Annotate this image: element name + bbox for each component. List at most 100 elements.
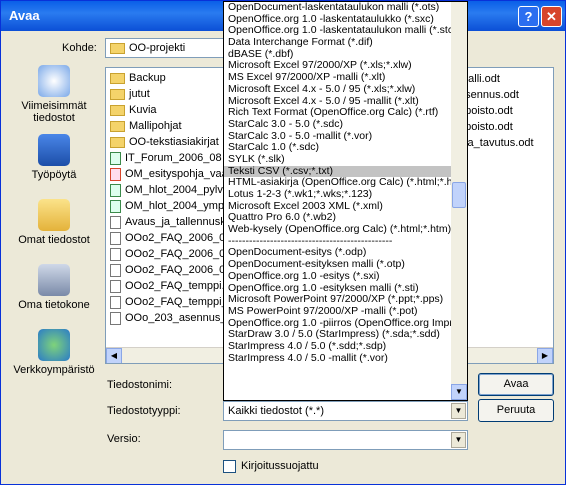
list-item[interactable]: OOo2_FAQ_temppi.o [110, 278, 228, 294]
version-label: Versio: [107, 433, 141, 445]
place-label: Verkkoympäristö [13, 364, 95, 376]
window-title: Avaa [9, 8, 40, 23]
spreadsheet-file-icon [110, 199, 121, 213]
list-item[interactable]: OM_hlot_2004_ympy [110, 198, 228, 214]
file-name: IT_Forum_2006_08 [125, 152, 222, 164]
lookin-combo[interactable]: OO-projekti [105, 38, 225, 58]
place-computer[interactable]: Oma tietokone [9, 264, 99, 311]
scroll-left-icon[interactable]: ◀ [106, 348, 122, 363]
dropdown-option[interactable]: MS PowerPoint 97/2000/XP -malli (*.pot) [224, 305, 467, 318]
place-label: Työpöytä [31, 169, 77, 181]
filetype-value: Kaikki tiedostot (*.*) [228, 405, 324, 417]
dropdown-options: OpenDocument-laskentataulukon malli (*.o… [224, 2, 467, 364]
list-item[interactable]: OOo2_FAQ_2006_05 [110, 246, 228, 262]
file-name: Kuvia [129, 104, 157, 116]
scroll-down-icon[interactable]: ▼ [451, 384, 467, 400]
file-name: OM_hlot_2004_pylva [125, 184, 228, 196]
chevron-down-icon[interactable]: ▼ [451, 432, 466, 448]
file-name: OM_esityspohja_vaa [125, 168, 228, 180]
folder-icon [110, 136, 125, 148]
open-button[interactable]: Avaa [478, 373, 554, 396]
file-name: Mallipohjat [129, 120, 182, 132]
list-item[interactable]: OOo_203_asennus_o [110, 310, 228, 326]
dropdown-option[interactable]: OpenOffice.org 1.0 -esitys (*.sxi) [224, 270, 467, 283]
scroll-right-icon[interactable]: ▶ [537, 348, 553, 363]
list-item[interactable]: Backup [110, 70, 228, 86]
network-icon [38, 329, 70, 361]
dropdown-option[interactable]: Lotus 1-2-3 (*.wk1;*.wks;*.123) [224, 188, 467, 201]
file-name: Avaus_ja_tallennusk [125, 216, 226, 228]
file-name: OOo2_FAQ_temppi_ [125, 296, 228, 308]
list-item[interactable]: malli.odt [459, 71, 553, 87]
help-button[interactable]: ? [518, 6, 539, 27]
scrollbar-thumb[interactable] [452, 182, 466, 208]
place-label: Oma tietokone [18, 299, 90, 311]
readonly-checkbox[interactable] [223, 460, 236, 473]
document-file-icon [110, 263, 121, 277]
list-item[interactable]: Avaus_ja_tallennusk [110, 214, 228, 230]
lookin-value: OO-projekti [129, 42, 186, 54]
file-name: OOo2_FAQ_temppi.o [125, 280, 228, 292]
spreadsheet-file-icon [110, 151, 121, 165]
document-file-icon [110, 295, 121, 309]
dropdown-option[interactable]: SYLK (*.slk) [224, 153, 467, 166]
list-item[interactable]: Mallipohjat [110, 118, 228, 134]
list-item[interactable]: OM_hlot_2004_pylva [110, 182, 228, 198]
html-file-icon [110, 167, 121, 181]
filetype-combo[interactable]: Kaikki tiedostot (*.*) ▼ [223, 401, 468, 421]
version-combo[interactable]: ▼ [223, 430, 468, 450]
place-label: Omat tiedostot [18, 234, 90, 246]
list-item[interactable]: Kuvia [110, 102, 228, 118]
document-file-icon [110, 215, 121, 229]
folder-icon [110, 88, 125, 100]
file-name: _ja_tavutus.odt [459, 137, 534, 149]
list-item[interactable]: OOo2_FAQ_2006_05 [110, 230, 228, 246]
close-button[interactable]: ✕ [541, 6, 562, 27]
list-item[interactable]: IT_Forum_2006_08 [110, 150, 228, 166]
dropdown-option[interactable]: StarImpress 4.0 / 5.0 -mallit (*.vor) [224, 352, 467, 365]
file-name: OOo2_FAQ_2006_05 [125, 248, 228, 260]
filename-label: Tiedostonimi: [107, 379, 173, 391]
chevron-down-icon[interactable]: ▼ [451, 403, 466, 419]
my-computer-icon [38, 264, 70, 296]
my-documents-icon [38, 199, 70, 231]
list-item[interactable]: OOo2_FAQ_temppi_ [110, 294, 228, 310]
file-name: OM_hlot_2004_ympy [125, 200, 228, 212]
list-item[interactable]: OM_esityspohja_vaa [110, 166, 228, 182]
recent-icon [38, 65, 70, 97]
folder-icon [110, 42, 125, 54]
file-name: OOo2_FAQ_2006_05 [125, 232, 228, 244]
readonly-label: Kirjoitussuojattu [241, 460, 319, 472]
document-file-icon [110, 311, 121, 325]
dropdown-option[interactable]: Microsoft Excel 4.x - 5.0 / 95 (*.xls;*.… [224, 83, 467, 96]
file-column-2: malli.odt asennus.odt _poisto.odt _poisto.o… [459, 71, 553, 151]
list-item[interactable]: _poisto.odt [459, 103, 553, 119]
place-network[interactable]: Verkkoympäristö [9, 329, 99, 376]
dropdown-option[interactable]: Data Interchange Format (*.dif) [224, 36, 467, 49]
dropdown-scrollbar[interactable]: ▼ [451, 2, 467, 400]
open-dialog: Avaa ? ✕ Kohde: OO-projekti Viimeisimmät… [0, 0, 566, 485]
filetype-label: Tiedostotyyppi: [107, 405, 181, 417]
document-file-icon [110, 231, 121, 245]
list-item[interactable]: OO-tekstiasiakirjat [110, 134, 228, 150]
document-file-icon [110, 279, 121, 293]
folder-icon [110, 104, 125, 116]
list-item[interactable]: jutut [110, 86, 228, 102]
file-name: jutut [129, 88, 150, 100]
list-item[interactable]: asennus.odt [459, 87, 553, 103]
dropdown-option[interactable]: Web-kysely (OpenOffice.org Calc) (*.html… [224, 223, 467, 236]
dropdown-option[interactable]: StarImpress 4.0 / 5.0 (*.sdd;*.sdp) [224, 340, 467, 353]
lookin-label: Kohde: [62, 42, 97, 54]
place-desktop[interactable]: Työpöytä [9, 134, 99, 181]
cancel-button[interactable]: Peruuta [478, 399, 554, 422]
list-item[interactable]: OOo2_FAQ_2006_05 [110, 262, 228, 278]
desktop-icon [38, 134, 70, 166]
list-item[interactable]: _ja_tavutus.odt [459, 135, 553, 151]
place-label: Viimeisimmät tiedostot [21, 100, 87, 124]
dropdown-option[interactable]: OpenDocument-laskentataulukon malli (*.o… [224, 2, 467, 14]
place-recent[interactable]: Viimeisimmät tiedostot [9, 65, 99, 124]
dropdown-option[interactable]: StarCalc 3.0 - 5.0 (*.sdc) [224, 118, 467, 131]
list-item[interactable]: _poisto.odt [459, 119, 553, 135]
place-documents[interactable]: Omat tiedostot [9, 199, 99, 246]
filetype-dropdown-list[interactable]: OpenDocument-laskentataulukon malli (*.o… [223, 1, 468, 401]
